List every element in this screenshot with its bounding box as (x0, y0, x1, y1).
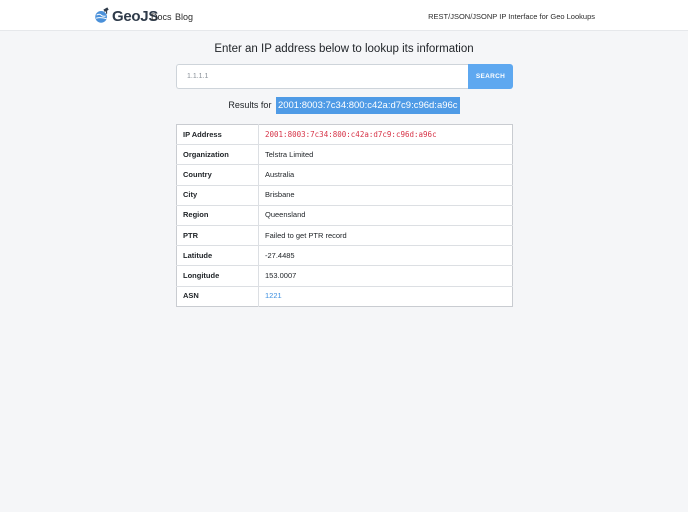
nav-link-blog[interactable]: Blog (175, 11, 193, 23)
header-tagline: REST/JSON/JSONP IP Interface for Geo Loo… (428, 12, 595, 21)
table-row: Region Queensland (176, 204, 513, 226)
table-row: Longitude 153.0007 (176, 265, 513, 286)
results-table: IP Address 2001:8003:7c34:800:c42a:d7c9:… (176, 124, 513, 307)
row-key-ptr: PTR (176, 224, 259, 246)
row-key-organization: Organization (176, 144, 259, 165)
row-value-longitude: 153.0007 (258, 265, 513, 286)
table-row: PTR Failed to get PTR record (176, 224, 513, 246)
asn-link[interactable]: 1221 (265, 291, 282, 300)
nav-link-docs[interactable]: Docs (151, 11, 172, 23)
ip-search-input[interactable] (176, 64, 468, 89)
table-row: City Brisbane (176, 184, 513, 206)
row-value-asn: 1221 (258, 285, 513, 307)
row-value-latitude: -27.4485 (258, 245, 513, 266)
row-value-country: Australia (258, 164, 513, 186)
results-prefix: Results for (228, 100, 272, 110)
table-row: IP Address 2001:8003:7c34:800:c42a:d7c9:… (176, 124, 513, 145)
row-value-city: Brisbane (258, 184, 513, 206)
row-value-ptr: Failed to get PTR record (258, 224, 513, 246)
results-heading: Results for 2001:8003:7c34:800:c42a:d7c9… (0, 97, 688, 114)
row-key-region: Region (176, 204, 259, 226)
results-ip-highlight: 2001:8003:7c34:800:c42a:d7c9:c96d:a96c (275, 97, 460, 114)
row-key-latitude: Latitude (176, 245, 259, 266)
brand-home-link[interactable]: GeoJS (93, 6, 158, 26)
row-key-asn: ASN (176, 285, 259, 307)
table-row: Latitude -27.4485 (176, 245, 513, 266)
page-heading: Enter an IP address below to lookup its … (214, 43, 474, 55)
row-value-organization: Telstra Limited (258, 144, 513, 165)
row-key-longitude: Longitude (176, 265, 259, 286)
table-row: Country Australia (176, 164, 513, 186)
table-row: ASN 1221 (176, 285, 513, 307)
top-navbar: GeoJS Docs Blog REST/JSON/JSONP IP Inter… (0, 0, 688, 31)
search-button[interactable]: SEARCH (468, 64, 513, 89)
globe-satellite-icon (95, 7, 109, 23)
ip-address-code: 2001:8003:7c34:800:c42a:d7c9:c96d:a96c (265, 129, 437, 139)
row-key-ip-address: IP Address (176, 124, 259, 145)
table-row: Organization Telstra Limited (176, 144, 513, 165)
row-key-country: Country (176, 164, 259, 186)
row-value-ip-address: 2001:8003:7c34:800:c42a:d7c9:c96d:a96c (259, 125, 513, 145)
row-value-region: Queensland (258, 204, 513, 226)
row-key-city: City (176, 184, 259, 206)
